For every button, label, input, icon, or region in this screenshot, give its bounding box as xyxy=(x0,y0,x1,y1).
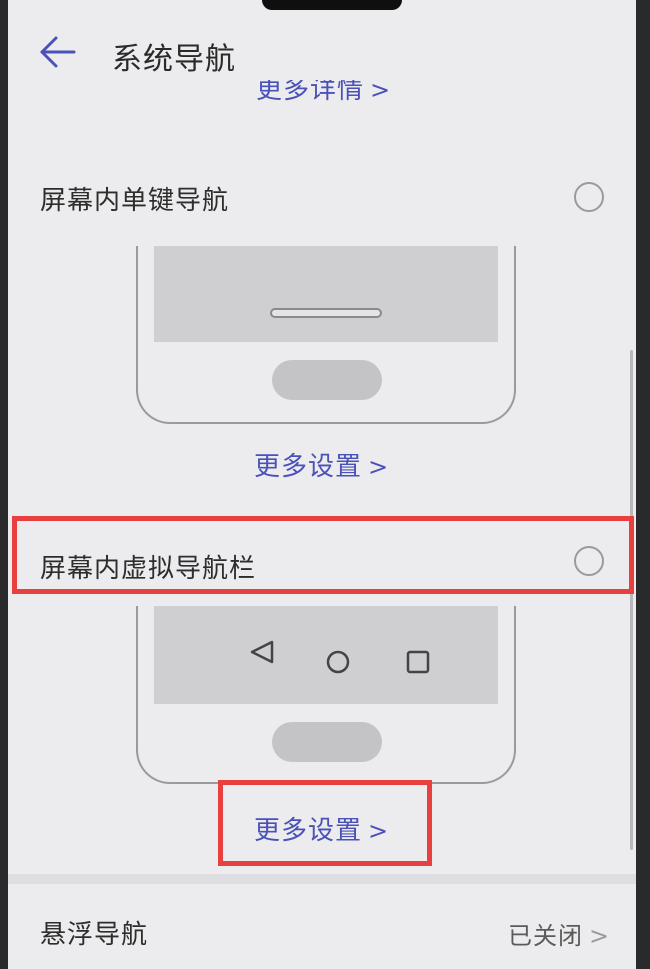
floating-nav-status[interactable]: 已关闭 > xyxy=(508,916,610,951)
back-button[interactable] xyxy=(36,34,80,70)
single-key-more-settings-link[interactable]: 更多设置 > xyxy=(254,446,389,483)
camera-notch xyxy=(262,0,402,10)
option-single-key-nav-label[interactable]: 屏幕内单键导航 xyxy=(40,180,229,217)
chevron-right-icon: > xyxy=(368,453,390,481)
square-recents-icon xyxy=(406,650,430,674)
nav-buttons xyxy=(250,640,430,674)
more-details-link[interactable]: 更多详情 > xyxy=(256,80,391,106)
more-settings-label: 更多设置 xyxy=(254,452,363,482)
gesture-bar-icon xyxy=(270,308,382,318)
chevron-right-icon: > xyxy=(589,922,611,950)
more-settings-label: 更多设置 xyxy=(254,816,363,846)
scrollbar[interactable] xyxy=(630,350,633,850)
device-frame-edge xyxy=(636,0,650,969)
arrow-left-icon xyxy=(40,36,76,68)
phone-screen: 系统导航 更多详情 > 屏幕内单键导航 更多设置 > 屏幕内虚拟导航栏 更多设置… xyxy=(8,0,636,969)
radio-virtual-nav-bar[interactable] xyxy=(574,546,604,576)
option-virtual-nav-bar-label[interactable]: 屏幕内虚拟导航栏 xyxy=(40,548,256,585)
virtual-nav-more-settings-link[interactable]: 更多设置 > xyxy=(254,810,389,847)
single-key-nav-illustration xyxy=(136,246,516,424)
home-key-icon xyxy=(272,722,382,762)
page-title: 系统导航 xyxy=(112,42,236,77)
chevron-right-icon: > xyxy=(368,817,390,845)
floating-nav-status-text: 已关闭 xyxy=(508,922,583,950)
section-divider xyxy=(8,874,636,884)
phone-screen-preview xyxy=(154,246,498,342)
chevron-right-icon: > xyxy=(370,80,392,104)
circle-home-icon xyxy=(326,650,350,674)
more-details-label: 更多详情 xyxy=(256,80,365,105)
phone-screen-preview xyxy=(154,606,498,704)
triangle-back-icon xyxy=(250,640,274,664)
floating-nav-label[interactable]: 悬浮导航 xyxy=(40,914,148,951)
virtual-nav-bar-illustration xyxy=(136,606,516,784)
radio-single-key-nav[interactable] xyxy=(574,182,604,212)
app-header: 系统导航 xyxy=(8,10,636,90)
home-key-icon xyxy=(272,360,382,400)
